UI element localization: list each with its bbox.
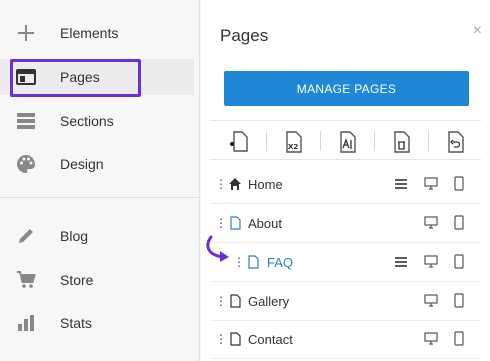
drag-handle-icon[interactable]: ⋮ [215, 217, 227, 229]
page-icon [230, 216, 241, 230]
desktop-icon[interactable] [424, 255, 438, 268]
desktop-icon[interactable] [424, 332, 438, 345]
toolbar-divider [266, 131, 267, 151]
annotation-arrow-icon [206, 235, 229, 262]
sidebar-item-label: Stats [60, 315, 92, 331]
page-row-faq[interactable]: ⋮ FAQ [211, 243, 481, 282]
page-label: About [248, 216, 282, 231]
page-row-home[interactable]: ⋮ Home [211, 165, 481, 204]
sidebar-item-elements[interactable]: Elements [0, 15, 194, 51]
sidebar-item-label: Store [60, 272, 94, 288]
sidebar: Elements Pages Sections Design Blog Stor… [0, 0, 200, 361]
sidebar-item-sections[interactable]: Sections [0, 103, 194, 139]
sidebar-item-label: Sections [60, 113, 114, 129]
page-label: Contact [248, 332, 293, 347]
close-icon[interactable]: × [473, 22, 482, 40]
pencil-icon [14, 224, 38, 248]
sidebar-item-stats[interactable]: Stats [0, 305, 194, 341]
undo-icon[interactable] [443, 129, 467, 155]
manage-pages-button[interactable]: MANAGE PAGES [224, 71, 469, 106]
pages-panel: Pages × MANAGE PAGES X2 ⋮ Home ⋮ About ⋮… [201, 0, 490, 361]
palette-icon [14, 152, 38, 176]
drag-handle-icon[interactable]: ⋮ [215, 295, 227, 307]
delete-page-icon[interactable] [389, 129, 413, 155]
page-toolbar: X2 [211, 120, 481, 160]
desktop-icon[interactable] [424, 216, 438, 229]
sidebar-item-blog[interactable]: Blog [0, 218, 194, 254]
add-page-icon[interactable] [227, 129, 251, 155]
home-icon [229, 178, 241, 190]
toolbar-divider [374, 131, 375, 151]
rename-page-icon[interactable] [335, 129, 359, 155]
drag-handle-icon[interactable]: ⋮ [215, 178, 227, 190]
desktop-icon[interactable] [424, 294, 438, 307]
sidebar-item-label: Blog [60, 228, 89, 244]
duplicate-badge: X2 [288, 143, 298, 151]
mobile-icon[interactable] [454, 293, 464, 308]
sidebar-divider [0, 197, 200, 198]
toolbar-divider [428, 131, 429, 151]
cart-icon [14, 268, 38, 292]
mobile-icon[interactable] [454, 254, 464, 269]
page-row-contact[interactable]: ⋮ Contact [211, 320, 481, 359]
page-icon [230, 332, 241, 346]
sections-icon [14, 109, 38, 133]
desktop-icon[interactable] [424, 177, 438, 190]
plus-icon [14, 21, 38, 45]
duplicate-page-icon[interactable]: X2 [281, 129, 305, 155]
mobile-icon[interactable] [454, 215, 464, 230]
menu-icon[interactable] [395, 178, 407, 190]
sidebar-item-label: Design [60, 156, 104, 172]
sidebar-item-store[interactable]: Store [0, 262, 194, 298]
mobile-icon[interactable] [454, 176, 464, 191]
page-label: Home [248, 177, 283, 192]
pages-highlight-box [10, 59, 141, 97]
page-icon [248, 255, 259, 269]
drag-handle-icon[interactable]: ⋮ [215, 333, 227, 345]
sidebar-item-design[interactable]: Design [0, 146, 194, 182]
page-label: FAQ [267, 255, 294, 270]
sidebar-item-label: Elements [60, 25, 119, 41]
menu-icon[interactable] [395, 256, 407, 268]
panel-title: Pages [220, 26, 269, 45]
page-label: Gallery [248, 294, 290, 309]
page-icon [230, 294, 241, 308]
toolbar-divider [320, 131, 321, 151]
page-row-gallery[interactable]: ⋮ Gallery [211, 282, 481, 321]
bar-chart-icon [14, 311, 38, 335]
mobile-icon[interactable] [454, 331, 464, 346]
page-row-about[interactable]: ⋮ About [211, 204, 481, 243]
